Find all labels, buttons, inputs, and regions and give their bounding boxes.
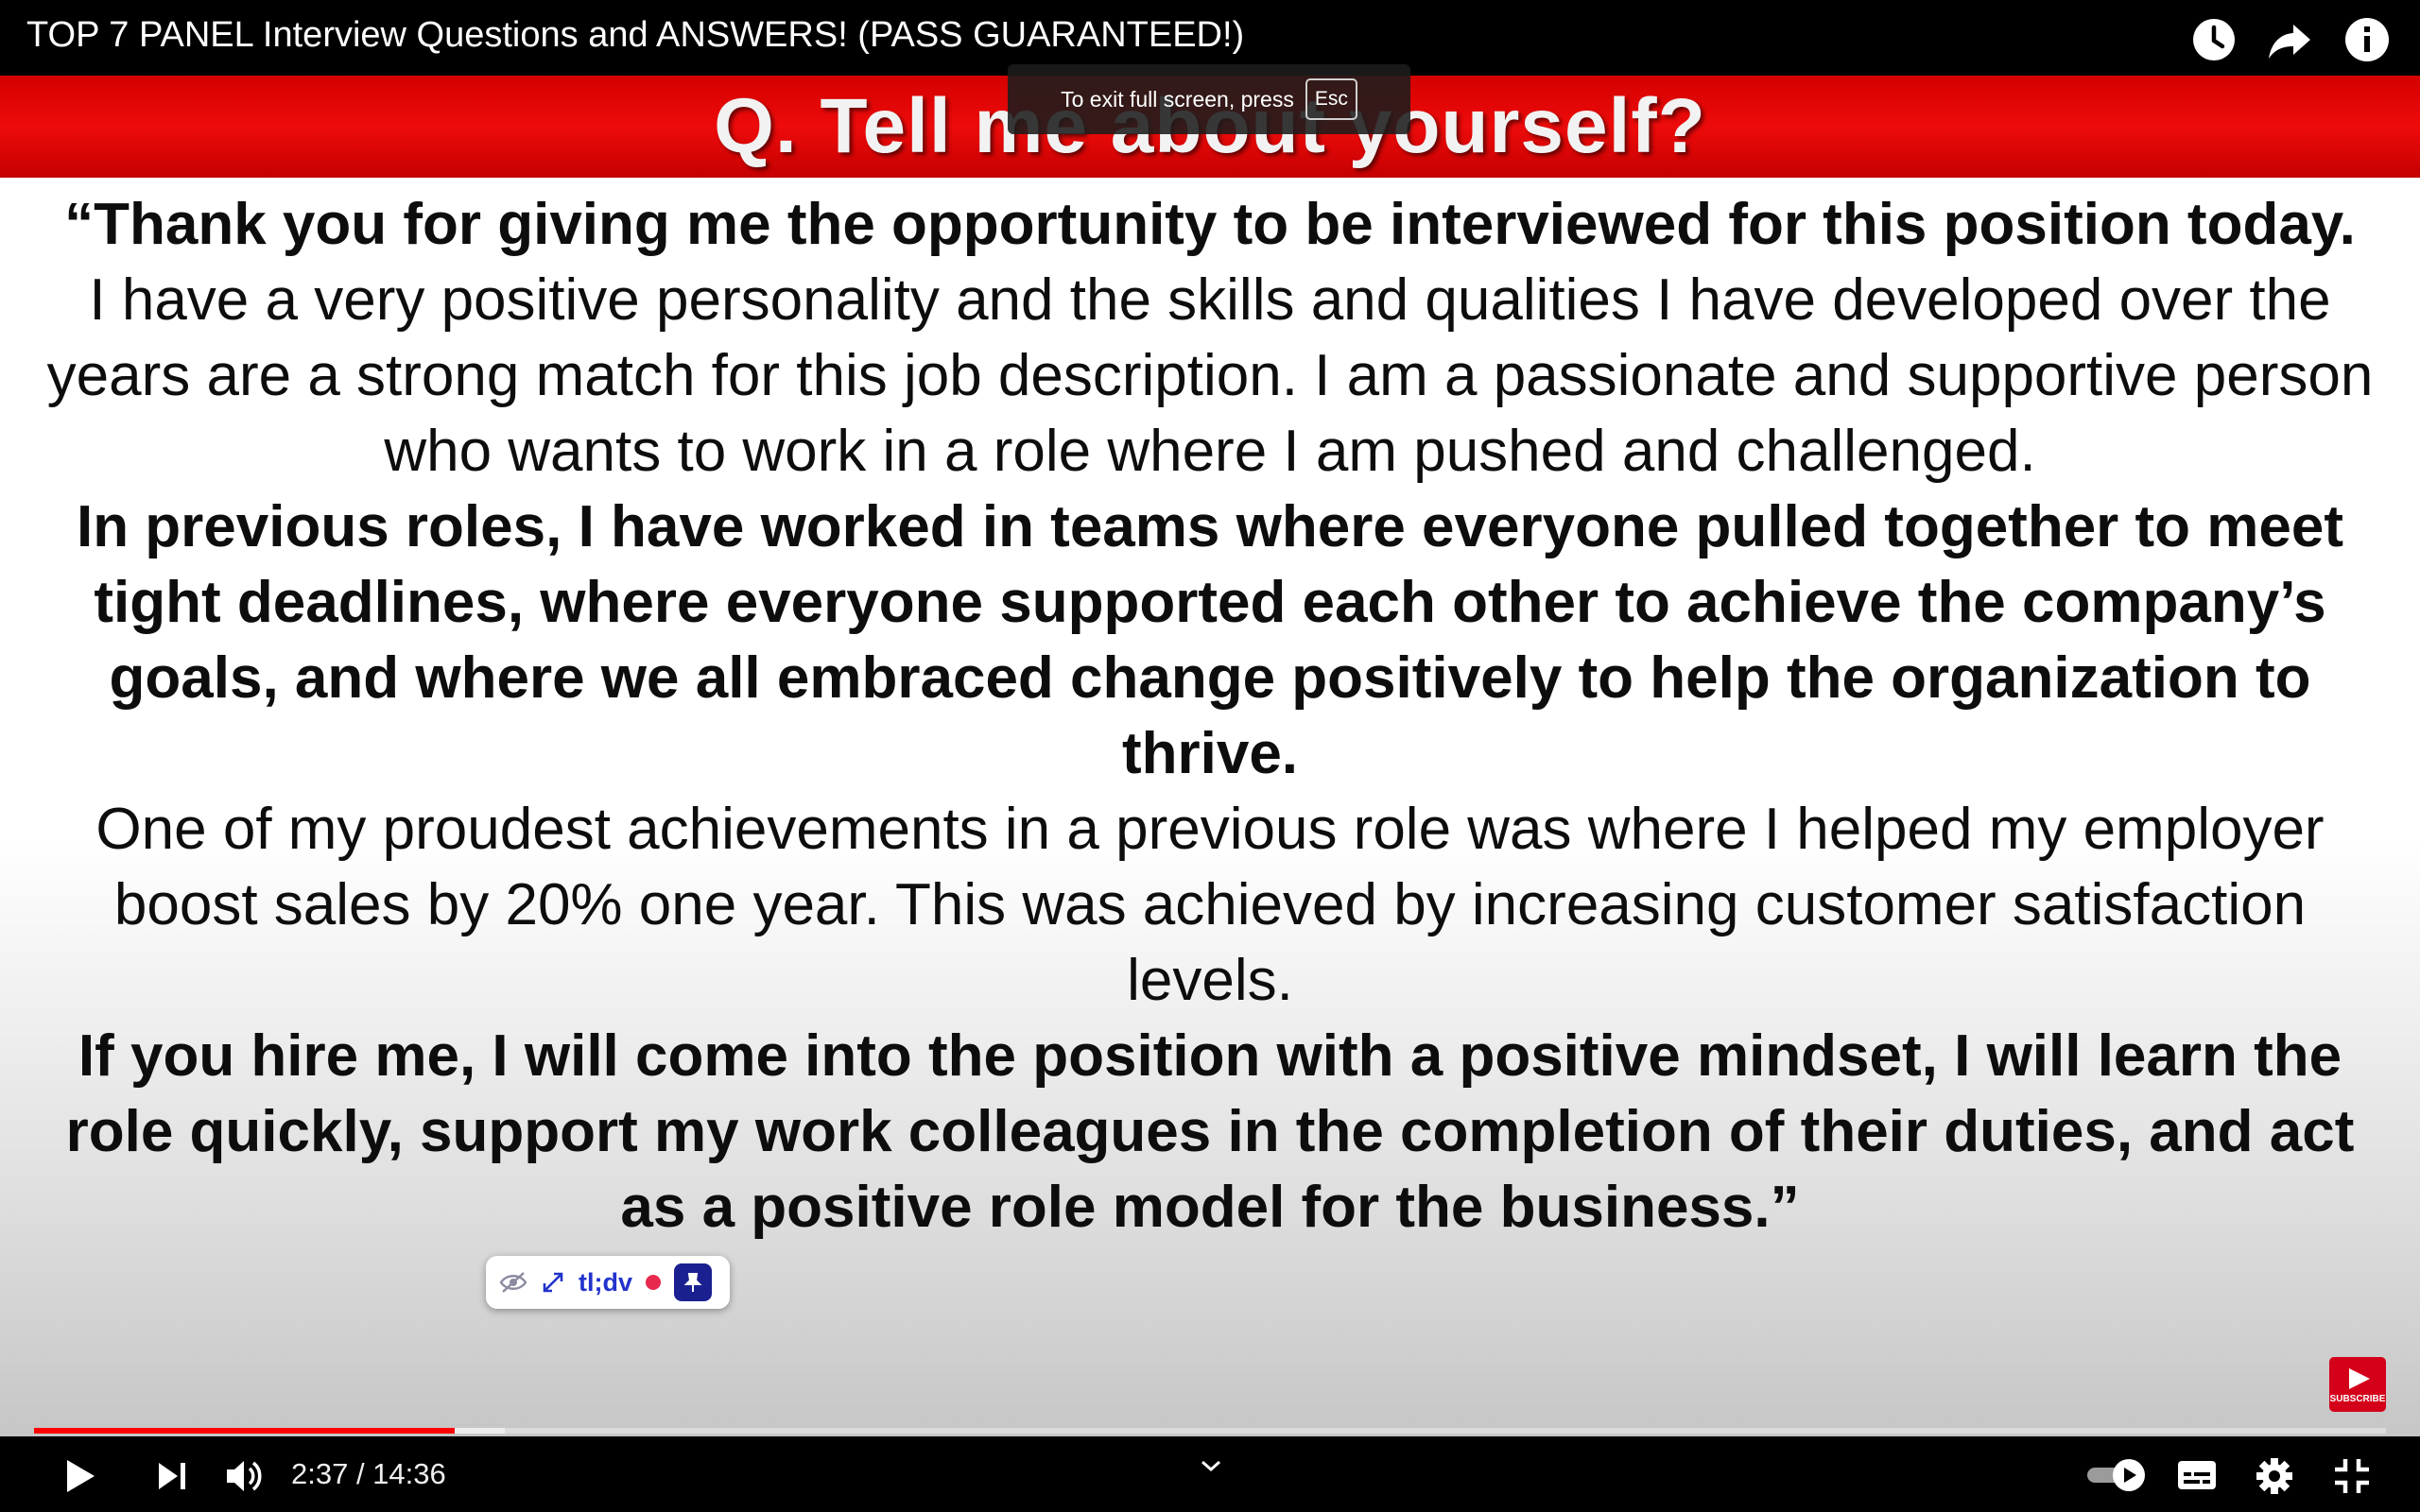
video-frame[interactable]: Q. Tell me about yourself? “Thank you fo… <box>0 76 2420 1436</box>
answer-paragraph: I have a very positive personality and t… <box>46 267 2374 484</box>
pin-icon[interactable] <box>674 1263 712 1301</box>
answer-paragraph: One of my proudest achievements in a pre… <box>95 797 2325 1013</box>
esc-key-hint: Esc <box>1305 78 1357 120</box>
answer-paragraph: If you hire me, I will come into the pos… <box>65 1023 2355 1240</box>
volume-icon[interactable] <box>223 1455 267 1497</box>
play-icon[interactable] <box>59 1455 100 1497</box>
subscribe-watermark[interactable]: SUBSCRIBE <box>2329 1357 2386 1412</box>
slide-answer-text: “Thank you for giving me the opportunity… <box>28 187 2392 1246</box>
next-icon[interactable] <box>153 1457 191 1495</box>
settings-icon[interactable] <box>2254 1455 2295 1497</box>
info-icon[interactable] <box>2342 15 2392 64</box>
subscribe-label: SUBSCRIBE <box>2329 1393 2386 1404</box>
watch-later-icon[interactable] <box>2189 15 2238 64</box>
progress-played <box>34 1428 456 1434</box>
expand-icon[interactable] <box>541 1270 565 1295</box>
share-icon[interactable] <box>2265 15 2314 64</box>
chevron-down-icon[interactable] <box>1197 1455 1225 1476</box>
autoplay-toggle[interactable] <box>2085 1457 2148 1493</box>
subtitles-icon[interactable] <box>2176 1457 2218 1493</box>
video-title[interactable]: TOP 7 PANEL Interview Questions and ANSW… <box>26 15 1244 56</box>
fullscreen-notice-text: To exit full screen, press <box>1061 86 1294 112</box>
fullscreen-exit-notice: To exit full screen, press Esc <box>1008 64 1410 134</box>
tldv-logo: tl;dv <box>579 1267 632 1297</box>
play-logo-icon <box>2349 1367 2370 1389</box>
record-dot-icon <box>646 1275 661 1290</box>
tldv-widget[interactable]: tl;dv <box>486 1256 730 1309</box>
exit-fullscreen-icon[interactable] <box>2331 1455 2373 1497</box>
player-controls: 2:37 / 14:36 <box>0 1436 2420 1512</box>
time-display: 2:37 / 14:36 <box>291 1457 446 1490</box>
progress-bar[interactable] <box>34 1428 2386 1434</box>
answer-paragraph: “Thank you for giving me the opportunity… <box>64 192 2356 257</box>
eye-off-icon[interactable] <box>499 1271 527 1294</box>
answer-paragraph: In previous roles, I have worked in team… <box>76 494 2344 786</box>
video-player[interactable]: Q. Tell me about yourself? “Thank you fo… <box>0 0 2420 1512</box>
